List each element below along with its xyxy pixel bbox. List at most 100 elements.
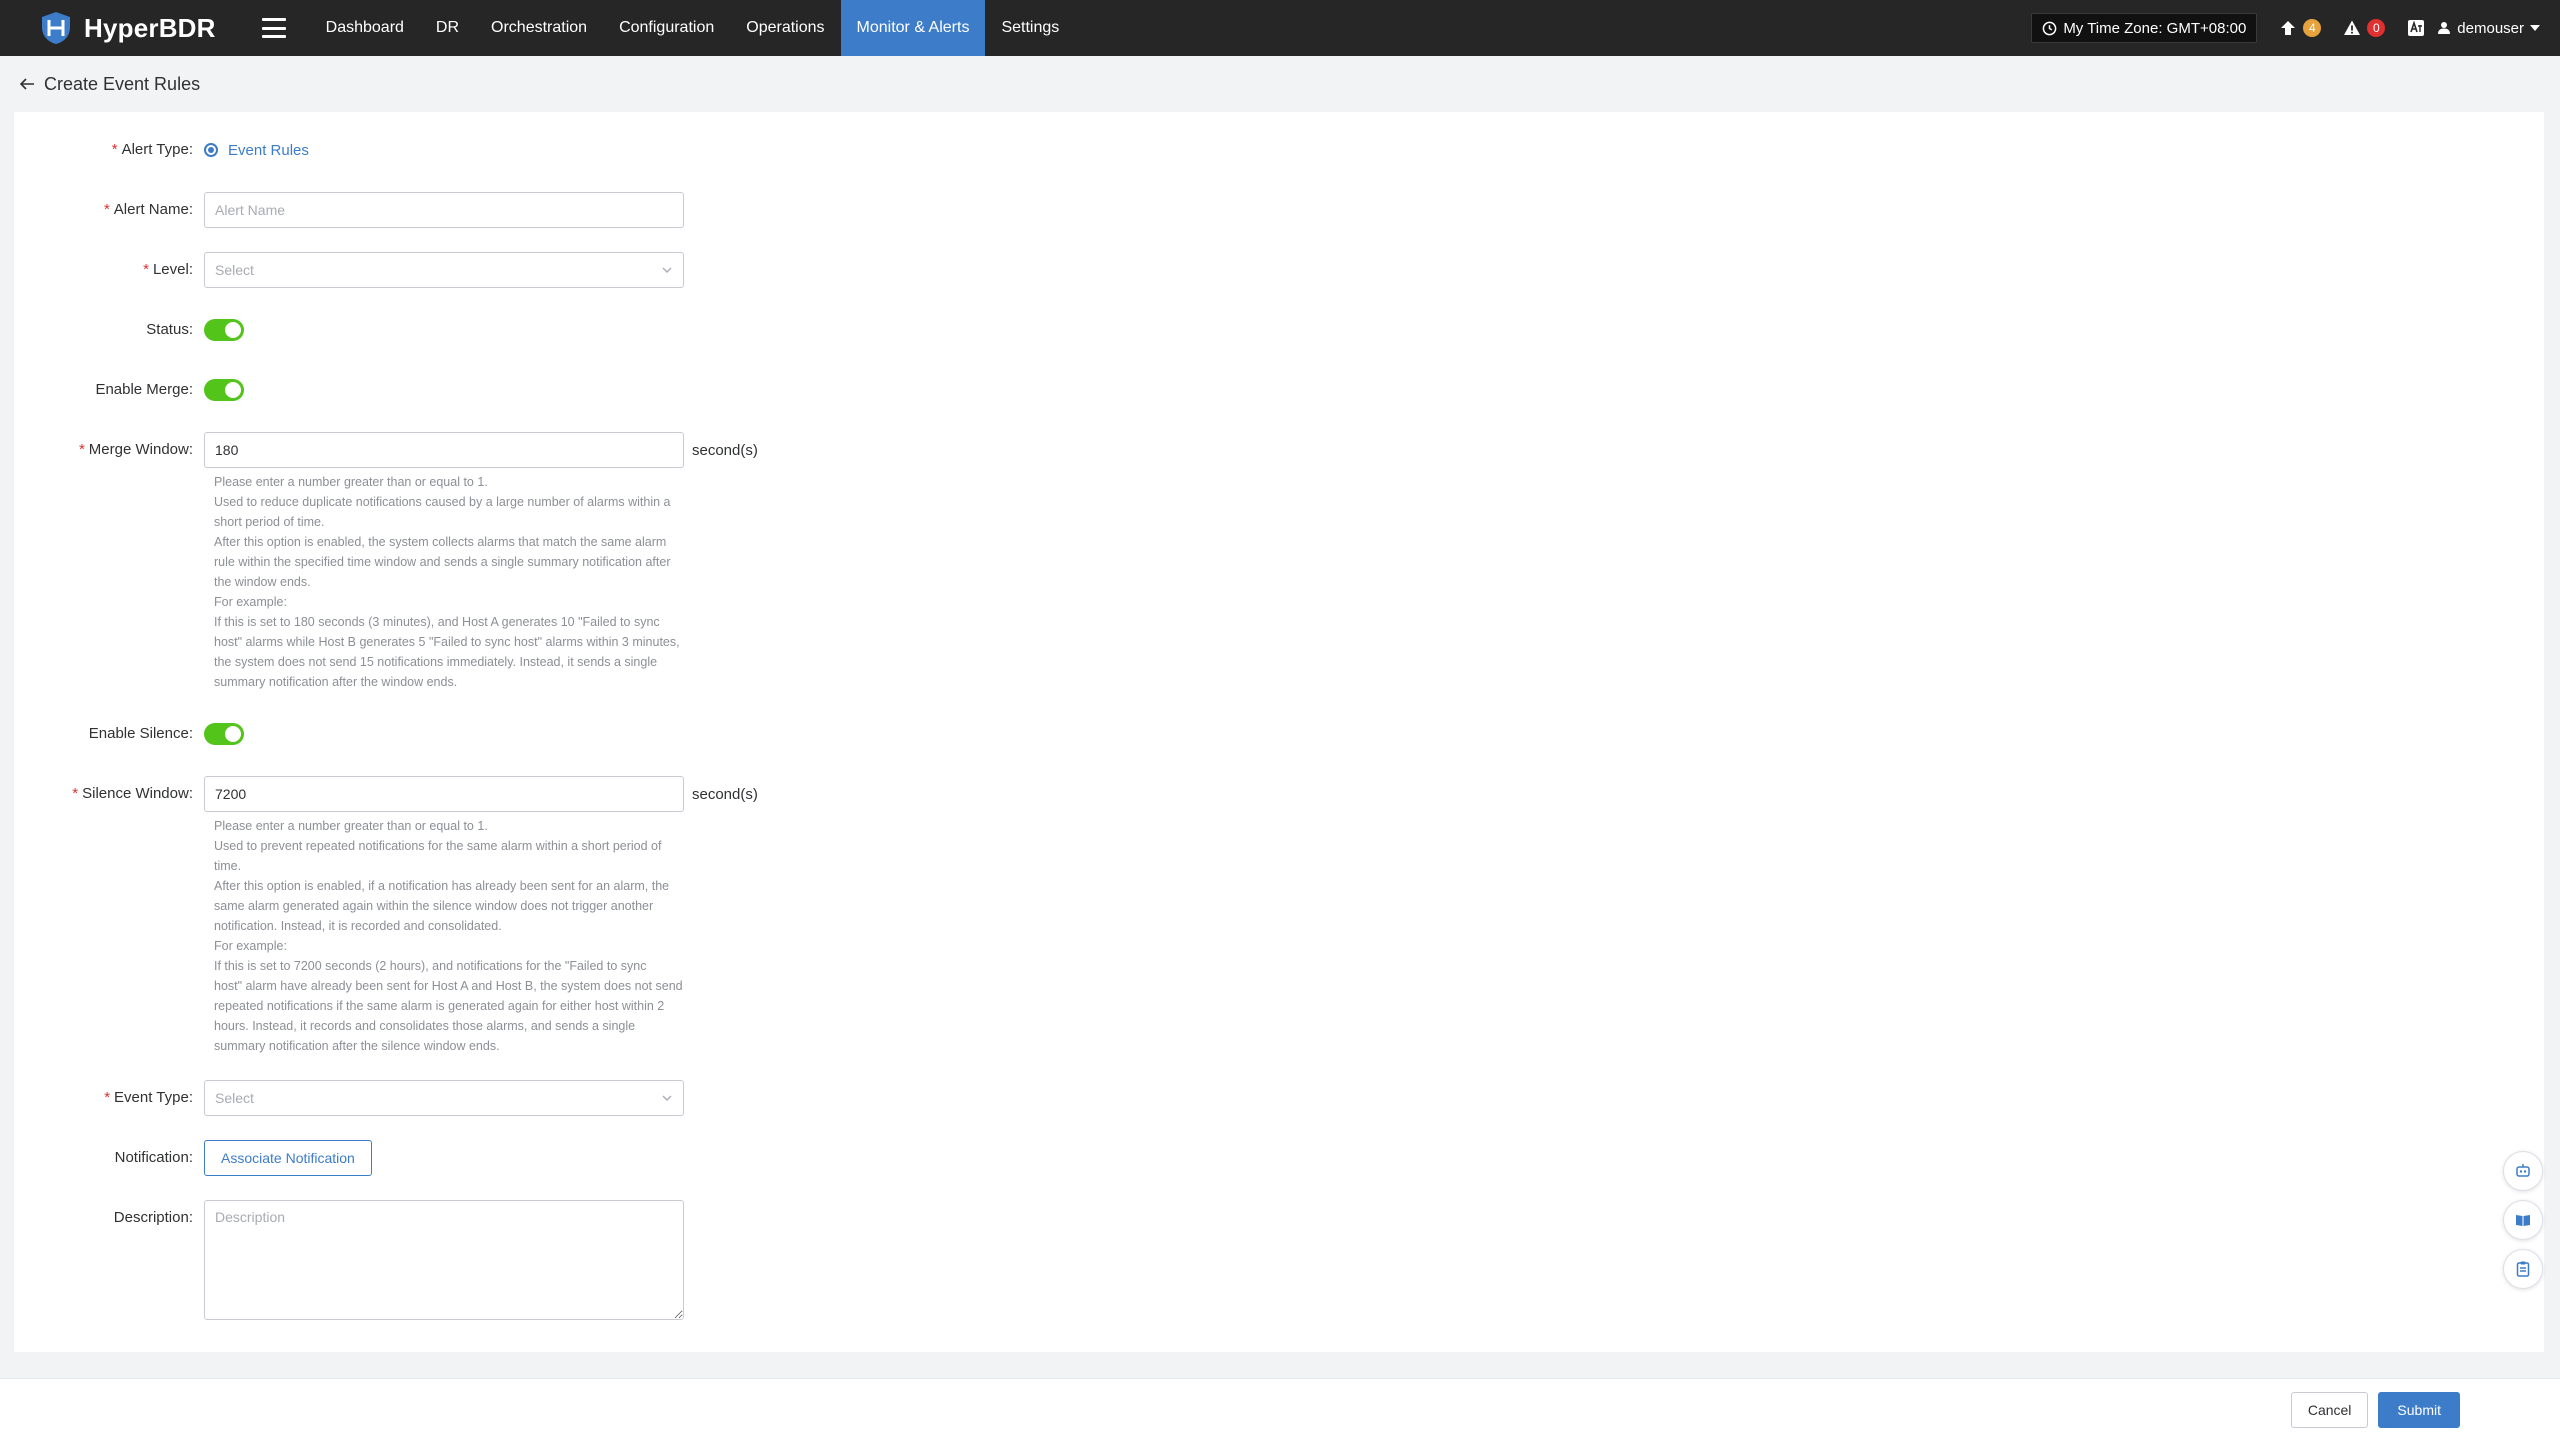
top-right-tools: My Time Zone: GMT+08:00 4 0 demouser xyxy=(2031,0,2560,56)
status-toggle[interactable] xyxy=(204,319,244,341)
help-line: the system does not send 15 notification… xyxy=(214,655,658,669)
level-label: * Level: xyxy=(143,261,193,278)
alert-count-badge: 0 xyxy=(2367,19,2386,37)
help-line: notification. Instead, it is recorded an… xyxy=(214,919,502,933)
help-line: Used to reduce duplicate notifications c… xyxy=(214,495,671,509)
help-line: the window ends. xyxy=(214,575,311,589)
arrow-up-icon xyxy=(2281,21,2296,35)
nav-dr[interactable]: DR xyxy=(420,0,475,56)
merge-window-input[interactable] xyxy=(204,432,684,468)
book-icon xyxy=(2516,1215,2530,1226)
nav-dashboard[interactable]: Dashboard xyxy=(310,0,420,56)
app-logo[interactable]: HyperBDR xyxy=(38,0,216,56)
alert-type-row: * Alert Type: Event Rules xyxy=(14,132,2544,168)
description-textarea[interactable] xyxy=(204,1200,684,1320)
top-navigation-bar: HyperBDR Dashboard DR Orchestration Conf… xyxy=(0,0,2560,56)
floating-robot-assistant[interactable] xyxy=(2503,1151,2543,1191)
description-row: Description: xyxy=(14,1200,2544,1320)
help-line: summary notification after the silence w… xyxy=(214,1039,500,1053)
help-line: After this option is enabled, if a notif… xyxy=(214,879,670,893)
status-label: Status: xyxy=(146,321,193,338)
merge-window-unit: second(s) xyxy=(692,441,758,459)
alert-type-label: * Alert Type: xyxy=(111,141,193,158)
silence-window-unit: second(s) xyxy=(692,785,758,803)
nav-orchestration[interactable]: Orchestration xyxy=(475,0,603,56)
language-switch[interactable] xyxy=(2407,19,2425,37)
alert-notifications[interactable]: 0 xyxy=(2343,19,2386,37)
help-line: time. xyxy=(214,859,242,873)
event-type-select-placeholder: Select xyxy=(215,1090,254,1106)
level-select-placeholder: Select xyxy=(215,262,254,278)
floating-clipboard-button[interactable] xyxy=(2503,1249,2543,1289)
help-line: After this option is enabled, the system… xyxy=(214,535,667,549)
event-type-row: * Event Type: Select xyxy=(14,1080,2544,1116)
enable-silence-toggle[interactable] xyxy=(204,723,244,745)
event-type-label: * Event Type: xyxy=(104,1089,193,1106)
alert-name-row: * Alert Name: xyxy=(14,192,2544,228)
help-line: If this is set to 7200 seconds (2 hours)… xyxy=(214,959,647,973)
level-row: * Level: Select xyxy=(14,252,2544,288)
notification-label: Notification: xyxy=(114,1149,193,1166)
help-line: Please enter a number greater than or eq… xyxy=(214,475,488,489)
alert-name-label: * Alert Name: xyxy=(103,201,193,218)
cancel-button[interactable]: Cancel xyxy=(2290,1391,2369,1428)
status-row: Status: xyxy=(14,312,2544,348)
timezone-text: My Time Zone: GMT+08:00 xyxy=(2063,19,2247,37)
caret-down-icon xyxy=(2530,25,2540,31)
radio-selected-icon xyxy=(204,143,218,157)
associate-notification-button[interactable]: Associate Notification xyxy=(204,1140,372,1176)
chevron-down-icon xyxy=(662,267,672,273)
chevron-down-icon xyxy=(662,1095,672,1101)
enable-merge-toggle[interactable] xyxy=(204,379,244,401)
clipboard-icon xyxy=(2516,1261,2530,1277)
silence-window-label: * Silence Window: xyxy=(72,785,193,802)
app-name: HyperBDR xyxy=(84,12,216,43)
help-line: repeated notifications if the same alarm… xyxy=(214,999,665,1013)
silence-window-row: *Silence Window: second(s) xyxy=(14,776,2544,812)
user-menu[interactable]: demouser xyxy=(2437,20,2540,37)
help-line: For example: xyxy=(214,939,287,953)
page-header: Create Event Rules xyxy=(0,56,2560,112)
upgrade-count-badge: 4 xyxy=(2303,19,2322,37)
hyperbdr-shield-icon xyxy=(42,12,70,44)
warning-icon xyxy=(2344,20,2361,35)
level-select[interactable]: Select xyxy=(204,252,684,288)
alert-type-radio-event-rules[interactable]: Event Rules xyxy=(204,132,309,168)
user-icon xyxy=(2438,22,2451,34)
enable-silence-row: Enable Silence: xyxy=(14,716,2544,752)
help-line: For example: xyxy=(214,595,287,609)
page-title: Create Event Rules xyxy=(44,73,201,94)
nav-operations[interactable]: Operations xyxy=(730,0,840,56)
help-line: summary notification after the window en… xyxy=(214,675,458,689)
menu-toggle-icon[interactable] xyxy=(261,18,286,38)
event-type-select[interactable]: Select xyxy=(204,1080,684,1116)
timezone-indicator[interactable]: My Time Zone: GMT+08:00 xyxy=(2031,13,2258,43)
help-line: Please enter a number greater than or eq… xyxy=(214,819,488,833)
username: demouser xyxy=(2457,19,2524,37)
notification-row: Notification: Associate Notification xyxy=(14,1140,2544,1176)
help-line: Used to prevent repeated notifications f… xyxy=(214,839,662,853)
nav-configuration[interactable]: Configuration xyxy=(603,0,730,56)
help-line: host" alarms while Host B generates 5 "F… xyxy=(214,635,680,649)
help-line: host" alarm have already been sent for H… xyxy=(214,979,683,993)
help-line: hours. Instead, it records and consolida… xyxy=(214,1019,636,1033)
robot-icon xyxy=(2516,1164,2530,1177)
upgrade-notifications[interactable]: 4 xyxy=(2279,19,2322,37)
alert-name-input[interactable] xyxy=(204,192,684,228)
help-line: short period of time. xyxy=(214,515,325,529)
nav-monitor-alerts[interactable]: Monitor & Alerts xyxy=(840,0,986,56)
silence-window-input[interactable] xyxy=(204,776,684,812)
radio-label: Event Rules xyxy=(228,141,309,159)
language-icon xyxy=(2408,20,2425,36)
merge-window-row: *Merge Window: second(s) xyxy=(14,432,2544,468)
merge-window-label: * Merge Window: xyxy=(78,441,193,458)
silence-window-help: Please enter a number greater than or eq… xyxy=(214,816,704,1056)
floating-docs-button[interactable] xyxy=(2503,1200,2543,1240)
help-line: same alarm generated again within the si… xyxy=(214,899,654,913)
enable-silence-label: Enable Silence: xyxy=(88,725,193,742)
clock-icon xyxy=(2042,21,2057,35)
help-line: rule within the specified time window an… xyxy=(214,555,671,569)
nav-settings[interactable]: Settings xyxy=(985,0,1075,56)
back-arrow-icon[interactable] xyxy=(18,75,36,93)
submit-button[interactable]: Submit xyxy=(2378,1391,2460,1428)
